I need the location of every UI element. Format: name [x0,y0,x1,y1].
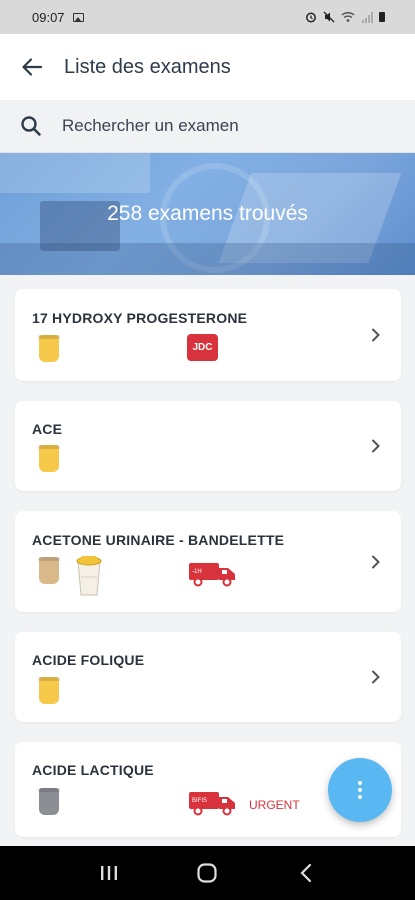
exam-card[interactable]: 17 HYDROXY PROGESTERONE JDC [15,289,401,381]
urgent-label: URGENT [249,798,300,812]
battery-icon [379,12,385,22]
gallery-notification-icon [72,12,84,22]
status-time: 09:07 [32,9,65,25]
truck-label: -1H [192,569,202,575]
wifi-icon [341,11,355,22]
exam-name: 17 HYDROXY PROGESTERONE [32,310,248,326]
yellow-tube-icon [38,445,60,472]
more-options-button[interactable] [328,758,392,822]
chevron-right-icon [372,670,380,684]
search-bar[interactable]: Rechercher un examen [0,100,415,153]
results-banner: 258 examens trouvés [0,153,415,275]
grey-tube-icon [38,788,60,815]
back-button[interactable] [0,34,64,100]
search-input[interactable]: Rechercher un examen [62,116,239,136]
app-header: Liste des examens [0,34,415,100]
system-nav-bar [0,846,415,900]
recent-apps-button[interactable] [89,853,129,893]
exam-name: ACE [32,421,63,437]
arrow-left-icon [22,58,43,76]
exam-card[interactable]: ACE [15,401,401,491]
status-bar: 09:07 [0,0,415,34]
home-icon [197,863,218,883]
delivery-truck-icon: BIFIS [189,792,235,816]
mute-icon [323,11,335,23]
exam-name: ACIDE LACTIQUE [32,762,154,778]
exam-card[interactable]: ACIDE FOLIQUE [15,632,401,722]
chevron-right-icon [372,328,380,342]
page-title: Liste des examens [64,55,231,78]
alarm-icon [306,12,316,23]
exam-name: ACIDE FOLIQUE [32,652,145,668]
jdc-badge: JDC [187,334,218,361]
truck-label: BIFIS [192,798,207,804]
delivery-truck-icon: -1H [189,563,235,587]
exam-name: ACETONE URINAIRE - BANDELETTE [32,532,285,548]
exam-card[interactable]: ACETONE URINAIRE - BANDELETTE -1H [15,511,401,612]
chevron-left-icon [300,863,311,883]
urine-cup-icon [76,556,102,596]
signal-icon [362,11,373,23]
nav-back-button[interactable] [286,853,326,893]
chevron-right-icon [372,555,380,568]
recent-apps-icon [101,866,118,880]
home-button[interactable] [187,853,227,893]
more-vert-icon [358,781,362,785]
yellow-tube-icon [38,677,60,704]
beige-tube-icon [38,557,60,584]
yellow-tube-icon [38,335,60,362]
chevron-right-icon [372,439,380,453]
results-count: 258 examens trouvés [107,202,308,225]
search-icon [0,115,62,137]
